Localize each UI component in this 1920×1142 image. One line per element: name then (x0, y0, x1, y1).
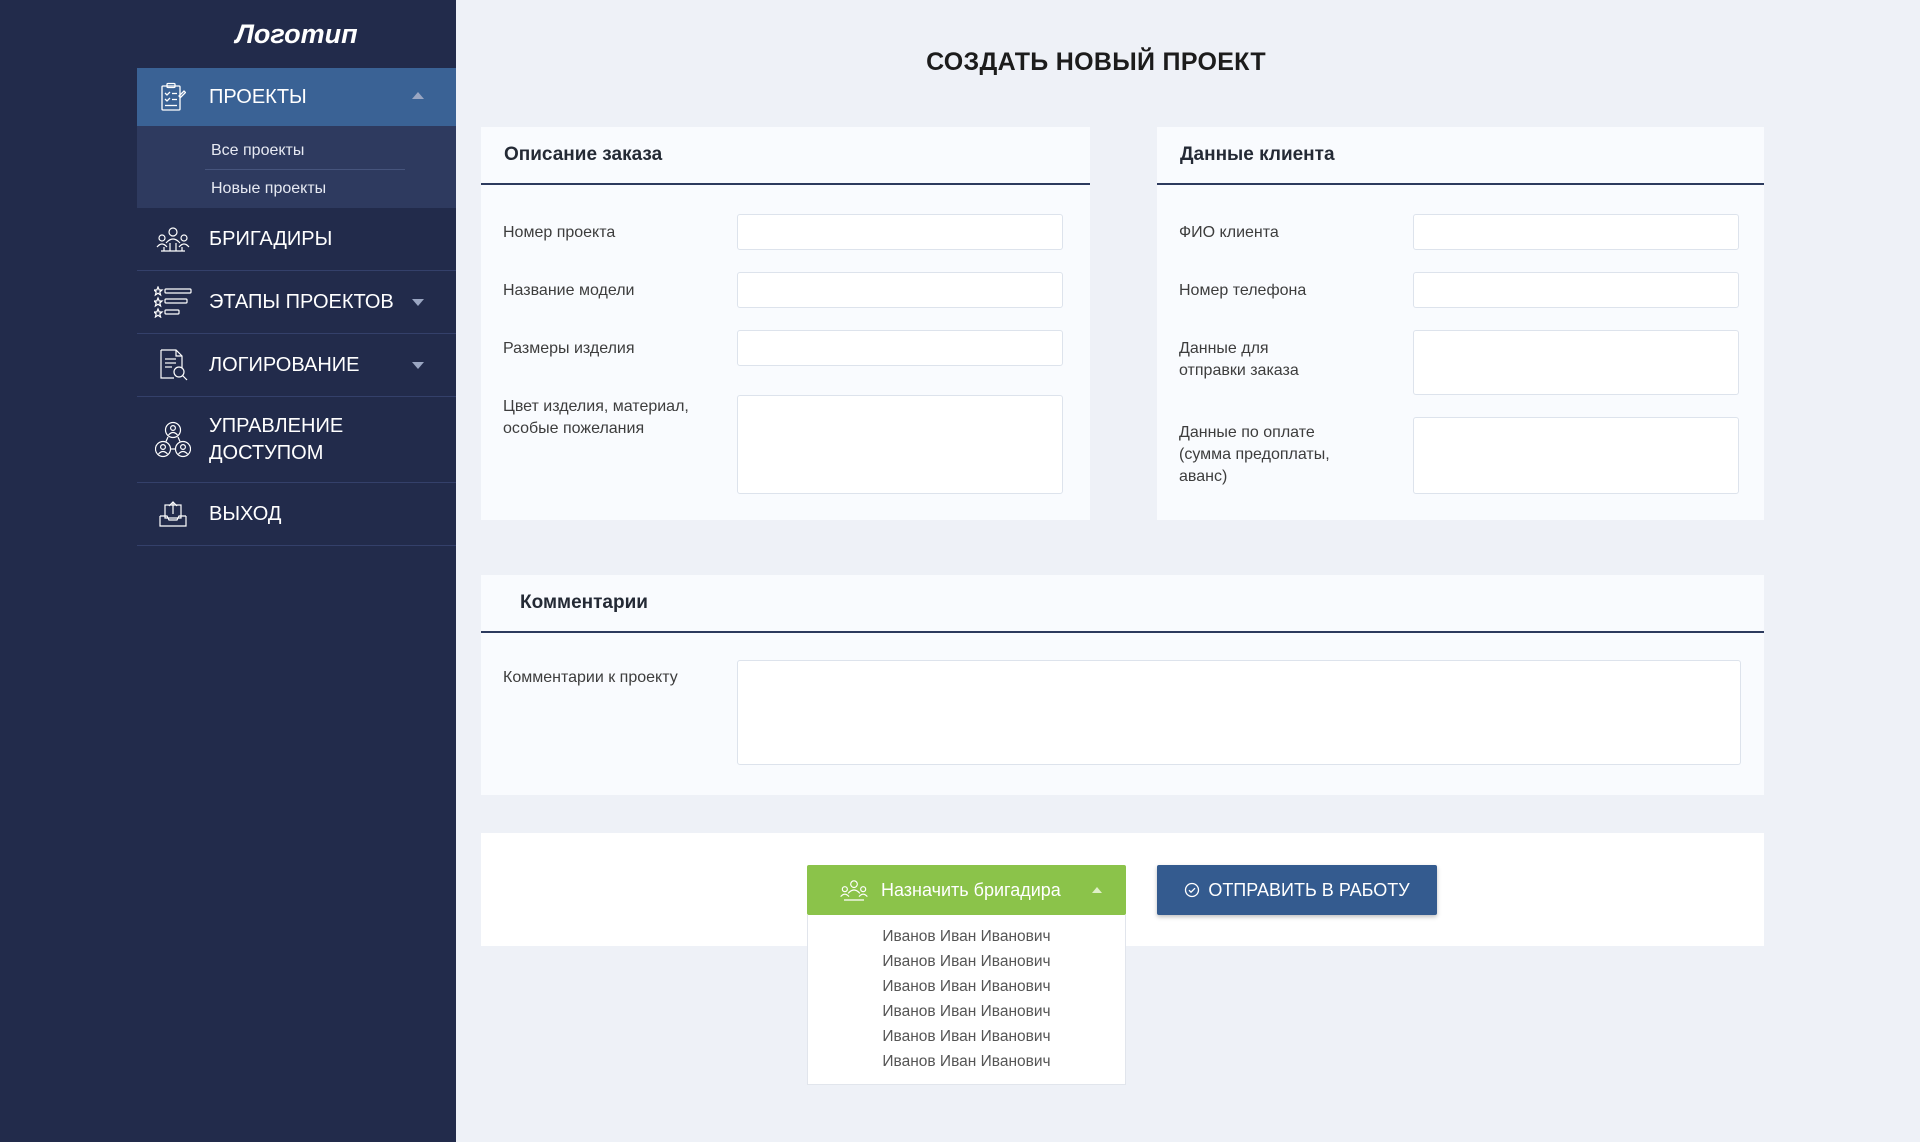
project-number-label: Номер проекта (503, 224, 616, 241)
submit-to-work-button[interactable]: ОТПРАВИТЬ В РАБОТУ (1157, 865, 1437, 915)
color-material-label: Цвет изделия, материал, особые пожелания (503, 396, 689, 440)
label-line: особые пожелания (503, 420, 645, 437)
team-icon (839, 878, 869, 902)
chevron-down-icon[interactable] (412, 362, 424, 369)
sidebar-item-label: ЛОГИРОВАНИЕ (209, 353, 360, 376)
sidebar-item-label: БРИГАДИРЫ (209, 227, 333, 250)
star-list-icon (137, 286, 209, 318)
logo[interactable]: Логотип (137, 0, 456, 68)
logout-tray-icon (137, 500, 209, 528)
label-line: отправки заказа (1179, 362, 1299, 379)
chevron-down-icon[interactable] (412, 299, 424, 306)
users-network-icon (137, 421, 209, 459)
payment-data-label: Данные по оплате (сумма предоплаты, аван… (1179, 422, 1330, 488)
order-description-card: Описание заказа Номер проекта Название м… (481, 127, 1090, 520)
foreman-option[interactable]: Иванов Иван Иванович (808, 999, 1125, 1024)
foreman-option[interactable]: Иванов Иван Иванович (808, 924, 1125, 949)
assign-foreman-button[interactable]: Назначить бригадира (807, 865, 1126, 915)
model-name-input[interactable] (737, 272, 1063, 308)
sidebar-item-logout[interactable]: ВЫХОД (137, 483, 456, 546)
sidebar-item-label: УПРАВЛЕНИЕ ДОСТУПОМ (209, 413, 343, 467)
shipping-data-label: Данные для отправки заказа (1179, 338, 1299, 382)
phone-input[interactable] (1413, 272, 1739, 308)
model-name-label: Название модели (503, 282, 635, 299)
sidebar: Логотип ПРОЕКТЫ Все проекты Новые проект… (0, 0, 456, 1142)
sidebar-item-label: ВЫХОД (209, 502, 282, 525)
projects-submenu: Все проекты Новые проекты (137, 126, 456, 208)
card-title: Описание заказа (481, 127, 1090, 185)
client-name-label: ФИО клиента (1179, 224, 1279, 241)
client-data-card: Данные клиента ФИО клиента Номер телефон… (1157, 127, 1764, 520)
sidebar-item-projects[interactable]: ПРОЕКТЫ (137, 68, 456, 126)
sidebar-item-logging[interactable]: ЛОГИРОВАНИЕ (137, 334, 456, 397)
sidebar-item-label: ЭТАПЫ ПРОЕКТОВ (209, 290, 394, 313)
card-title: Данные клиента (1157, 127, 1764, 185)
submenu-item-new-projects[interactable]: Новые проекты (205, 170, 405, 208)
foreman-option[interactable]: Иванов Иван Иванович (808, 1049, 1125, 1074)
label-line: (сумма предоплаты, (1179, 446, 1330, 463)
foreman-option[interactable]: Иванов Иван Иванович (808, 1024, 1125, 1049)
submenu-item-all-projects[interactable]: Все проекты (205, 132, 405, 170)
shipping-data-textarea[interactable] (1413, 330, 1739, 395)
project-number-input[interactable] (737, 214, 1063, 250)
project-comments-label: Комментарии к проекту (503, 669, 678, 686)
payment-data-textarea[interactable] (1413, 417, 1739, 494)
sidebar-item-access-management[interactable]: УПРАВЛЕНИЕ ДОСТУПОМ (137, 397, 456, 483)
product-size-label: Размеры изделия (503, 340, 635, 357)
assign-foreman-label: Назначить бригадира (881, 879, 1061, 900)
sidebar-nav: ПРОЕКТЫ Все проекты Новые проекты БРИГАД… (137, 68, 456, 546)
color-material-textarea[interactable] (737, 395, 1063, 494)
page-title: СОЗДАТЬ НОВЫЙ ПРОЕКТ (926, 48, 1266, 76)
document-search-icon (137, 349, 209, 381)
phone-label: Номер телефона (1179, 282, 1307, 299)
chevron-up-icon (1092, 887, 1102, 893)
sidebar-item-foremen[interactable]: БРИГАДИРЫ (137, 208, 456, 271)
label-line: Данные для (1179, 340, 1269, 357)
foremen-dropdown: Иванов Иван Иванович Иванов Иван Иванови… (807, 915, 1126, 1085)
check-circle-icon (1184, 882, 1200, 898)
sidebar-item-project-stages[interactable]: ЭТАПЫ ПРОЕКТОВ (137, 271, 456, 334)
card-title: Комментарии (481, 575, 1764, 633)
comments-card: Комментарии Комментарии к проекту (481, 575, 1764, 795)
clipboard-checklist-icon (137, 82, 209, 112)
chevron-up-icon[interactable] (412, 92, 424, 99)
label-line: аванс) (1179, 468, 1228, 485)
product-size-input[interactable] (737, 330, 1063, 366)
project-comments-textarea[interactable] (737, 660, 1741, 765)
sidebar-item-label: ПРОЕКТЫ (209, 85, 307, 108)
label-line: ДОСТУПОМ (209, 441, 324, 464)
submit-to-work-label: ОТПРАВИТЬ В РАБОТУ (1208, 879, 1410, 900)
label-line: Цвет изделия, материал, (503, 398, 689, 415)
label-line: Данные по оплате (1179, 424, 1315, 441)
client-name-input[interactable] (1413, 214, 1739, 250)
label-line: УПРАВЛЕНИЕ (209, 414, 344, 437)
foreman-option[interactable]: Иванов Иван Иванович (808, 949, 1125, 974)
team-icon (137, 225, 209, 253)
foreman-option[interactable]: Иванов Иван Иванович (808, 974, 1125, 999)
